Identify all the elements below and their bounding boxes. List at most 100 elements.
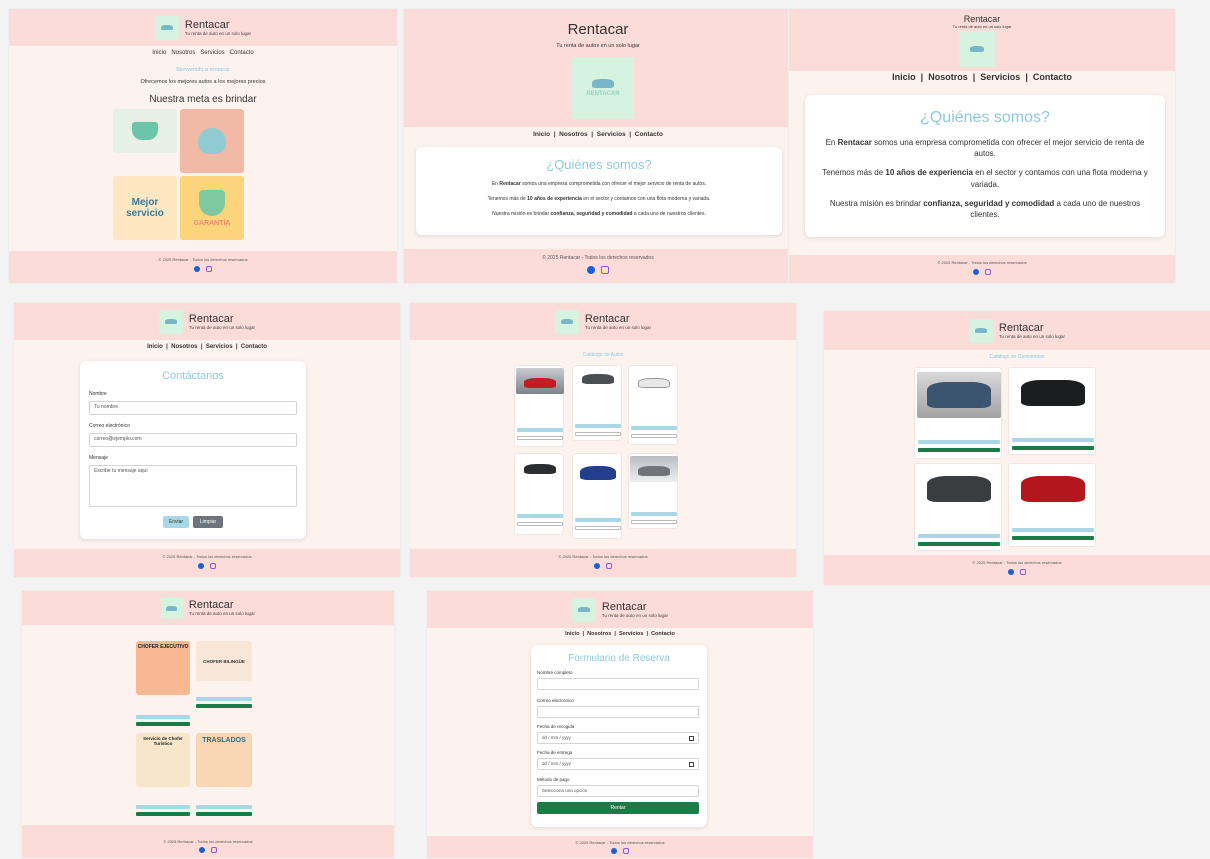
logo[interactable] <box>571 597 596 622</box>
car-image <box>630 456 678 482</box>
nav-separator: | <box>972 72 976 82</box>
details-button[interactable] <box>517 514 563 518</box>
brand-name: Rentacar <box>567 21 629 38</box>
nav-inicio[interactable]: Inicio <box>152 50 166 56</box>
send-button[interactable]: Enviar <box>163 516 189 528</box>
fullname-input[interactable] <box>537 678 699 690</box>
details-button[interactable] <box>136 715 190 719</box>
reserve-button[interactable] <box>918 542 1000 546</box>
instagram-icon[interactable] <box>623 848 629 854</box>
facebook-icon[interactable] <box>611 848 617 854</box>
logo[interactable] <box>554 309 579 334</box>
instagram-icon[interactable] <box>601 266 609 274</box>
reserve-button[interactable] <box>196 704 252 708</box>
facebook-icon[interactable] <box>199 847 205 853</box>
site-footer: © 2025 Rentacar - Todos los derechos res… <box>22 825 394 858</box>
reserve-button[interactable] <box>575 526 621 530</box>
reserve-button[interactable] <box>1012 446 1094 450</box>
details-button[interactable] <box>1012 438 1094 442</box>
instagram-icon[interactable] <box>606 563 612 569</box>
guarantee-label: GARANTÍA <box>193 219 231 227</box>
clear-button[interactable]: Limpiar <box>193 516 223 528</box>
logo[interactable] <box>160 597 183 619</box>
trust-tile <box>113 109 177 153</box>
date-placeholder: dd / mm / yyyy <box>542 761 572 766</box>
nav-nosotros[interactable]: Nosotros <box>559 131 588 138</box>
nav-contacto[interactable]: Contacto <box>230 50 254 56</box>
facebook-icon[interactable] <box>973 269 979 275</box>
brand-name: Rentacar <box>188 312 234 325</box>
nav-inicio[interactable]: Inicio <box>565 631 579 637</box>
rent-button[interactable]: Rentar <box>537 802 699 814</box>
email-input[interactable]: correo@ejemplo.com <box>89 433 297 447</box>
instagram-icon[interactable] <box>211 847 217 853</box>
site-header: Rentacar Tu renta de auto en un solo luga… <box>14 303 400 340</box>
reserve-button[interactable] <box>136 812 190 816</box>
calendar-icon[interactable] <box>689 736 694 741</box>
reserve-button[interactable] <box>575 432 621 436</box>
nav-servicios[interactable]: Servicios <box>619 631 643 637</box>
reserve-button[interactable] <box>196 812 252 816</box>
reserve-button[interactable] <box>517 436 563 440</box>
details-button[interactable] <box>631 426 677 430</box>
email-label: Correo electrónico <box>537 698 574 703</box>
nav-inicio[interactable]: Inicio <box>533 131 550 138</box>
reserve-button[interactable] <box>1012 536 1094 540</box>
nav-inicio[interactable]: Inicio <box>892 72 916 82</box>
facebook-icon[interactable] <box>594 563 600 569</box>
calendar-icon[interactable] <box>689 762 694 767</box>
instagram-icon[interactable] <box>1020 569 1026 575</box>
instagram-icon[interactable] <box>985 269 991 275</box>
details-button[interactable] <box>196 805 252 809</box>
nav-contacto[interactable]: Contacto <box>241 344 267 350</box>
details-button[interactable] <box>196 697 252 701</box>
logo[interactable]: RENTACAR <box>572 57 634 119</box>
nav-servicios[interactable]: Servicios <box>206 344 233 350</box>
reserve-button[interactable] <box>918 448 1000 452</box>
facebook-icon[interactable] <box>194 266 200 272</box>
nav-contacto[interactable]: Contacto <box>1033 72 1072 82</box>
reserve-button[interactable] <box>631 434 677 438</box>
nav-nosotros[interactable]: Nosotros <box>928 72 968 82</box>
details-button[interactable] <box>575 518 621 522</box>
payment-select[interactable]: Selecciona una opción <box>537 785 699 797</box>
logo[interactable] <box>959 31 995 67</box>
name-input[interactable]: Tu nombre <box>89 401 297 415</box>
goal-heading: Nuestra meta es brindar <box>149 94 257 105</box>
facebook-icon[interactable] <box>1008 569 1014 575</box>
reserve-button[interactable] <box>136 722 190 726</box>
car-icon <box>560 319 573 324</box>
facebook-icon[interactable] <box>587 266 595 274</box>
nav-servicios[interactable]: Servicios <box>980 72 1020 82</box>
email-input[interactable] <box>537 706 699 718</box>
about-page: Rentacar Tu renta de autos en un solo lu… <box>403 8 793 284</box>
details-button[interactable] <box>918 534 1000 538</box>
nav-nosotros[interactable]: Nosotros <box>171 344 197 350</box>
nav-servicios[interactable]: Servicios <box>200 50 224 56</box>
details-button[interactable] <box>1012 528 1094 532</box>
logo[interactable] <box>154 15 179 40</box>
return-date-input[interactable]: dd / mm / yyyy <box>537 758 699 770</box>
details-button[interactable] <box>918 440 1000 444</box>
facebook-icon[interactable] <box>198 563 204 569</box>
message-textarea[interactable]: Escribe tu mensaje aquí <box>89 465 297 507</box>
details-button[interactable] <box>136 805 190 809</box>
nav-nosotros[interactable]: Nosotros <box>171 50 195 56</box>
nav-contacto[interactable]: Contacto <box>651 631 675 637</box>
details-button[interactable] <box>517 428 563 432</box>
pickup-date-input[interactable]: dd / mm / yyyy <box>537 732 699 744</box>
nav-servicios[interactable]: Servicios <box>597 131 626 138</box>
site-header: Rentacar Tu renta de auto en un solo lug… <box>789 9 1175 71</box>
instagram-icon[interactable] <box>210 563 216 569</box>
nav-contacto[interactable]: Contacto <box>635 131 663 138</box>
details-button[interactable] <box>631 512 677 516</box>
instagram-icon[interactable] <box>206 266 212 272</box>
site-header: Rentacar Tu renta de auto en un solo luga… <box>824 311 1210 350</box>
logo[interactable] <box>968 318 993 343</box>
nav-inicio[interactable]: Inicio <box>147 344 163 350</box>
reserve-button[interactable] <box>517 522 563 526</box>
logo[interactable] <box>158 309 183 334</box>
nav-nosotros[interactable]: Nosotros <box>587 631 611 637</box>
details-button[interactable] <box>575 424 621 428</box>
reserve-button[interactable] <box>631 520 677 524</box>
